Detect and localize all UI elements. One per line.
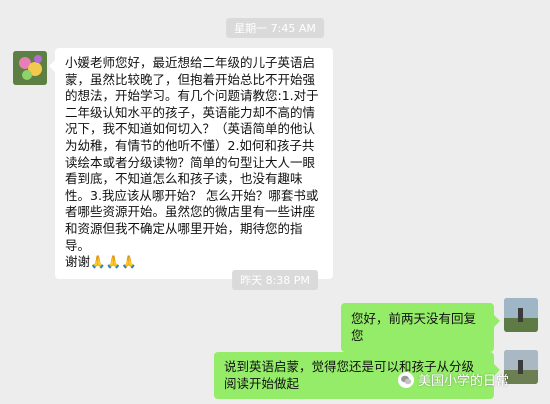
avatar-image — [504, 350, 538, 384]
outgoing-message-bubble[interactable]: 您好，前两天没有回复您 — [341, 303, 500, 353]
pray-emoji-icon: 🙏🙏🙏 — [90, 254, 137, 270]
my-avatar[interactable] — [504, 350, 538, 384]
watermark: 美国小学的日常 — [398, 370, 509, 389]
message-text: 小媛老师您好，最近想给二年级的儿子英语启蒙，虽然比较晚了，但抱着开始总比不开始强… — [65, 55, 319, 253]
message-thanks: 谢谢 — [65, 254, 91, 270]
avatar-image — [13, 51, 47, 85]
message-text: 您好，前两天没有回复您 — [351, 311, 477, 343]
my-avatar[interactable] — [504, 298, 538, 332]
watermark-text: 美国小学的日常 — [418, 374, 510, 389]
timestamp: 昨天 8:38 PM — [232, 270, 318, 290]
wechat-logo-icon — [398, 371, 414, 388]
incoming-message-bubble[interactable]: 小媛老师您好，最近想给二年级的儿子英语启蒙，虽然比较晚了，但抱着开始总比不开始强… — [49, 48, 333, 279]
contact-avatar[interactable] — [13, 51, 47, 85]
timestamp: 星期一 7:45 AM — [226, 18, 324, 38]
avatar-image — [504, 298, 538, 332]
